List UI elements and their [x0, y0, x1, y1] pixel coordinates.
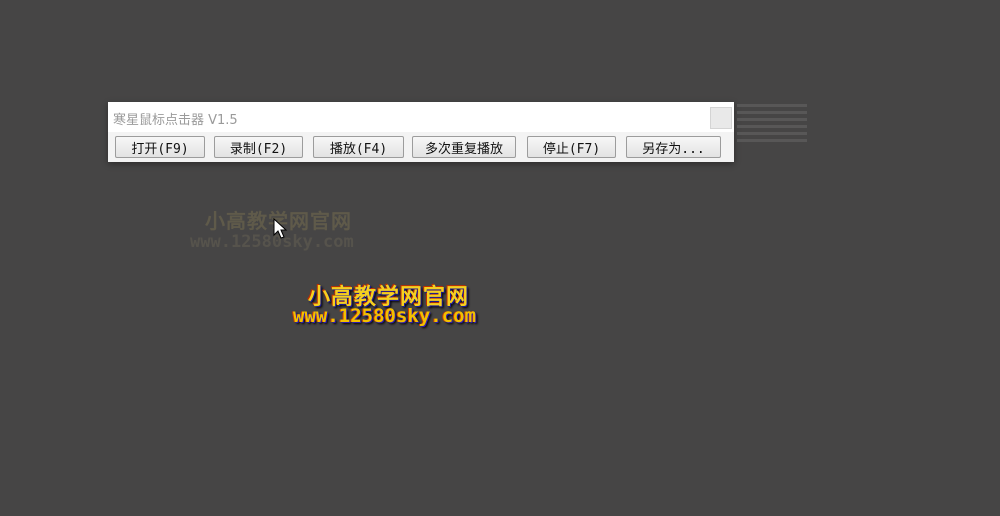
- window-shadow-artifact: [737, 104, 807, 154]
- app-window: 寒星鼠标点击器 V1.5 打开(F9) 录制(F2) 播放(F4) 多次重复播放…: [108, 102, 734, 162]
- play-button[interactable]: 播放(F4): [313, 136, 404, 158]
- watermark-url-faded: www.12580sky.com: [190, 232, 354, 252]
- window-title: 寒星鼠标点击器 V1.5: [113, 113, 238, 128]
- watermark-url: www.12580sky.com: [293, 305, 477, 327]
- save-as-button[interactable]: 另存为...: [626, 136, 721, 158]
- mouse-pointer-icon: [273, 218, 288, 239]
- toolbar: 打开(F9) 录制(F2) 播放(F4) 多次重复播放 停止(F7) 另存为..…: [108, 132, 734, 162]
- record-button[interactable]: 录制(F2): [214, 136, 303, 158]
- repeat-play-button[interactable]: 多次重复播放: [412, 136, 516, 158]
- window-control-button[interactable]: [710, 107, 732, 129]
- open-button[interactable]: 打开(F9): [115, 136, 205, 158]
- title-bar[interactable]: 寒星鼠标点击器 V1.5: [108, 102, 734, 132]
- stop-button[interactable]: 停止(F7): [527, 136, 616, 158]
